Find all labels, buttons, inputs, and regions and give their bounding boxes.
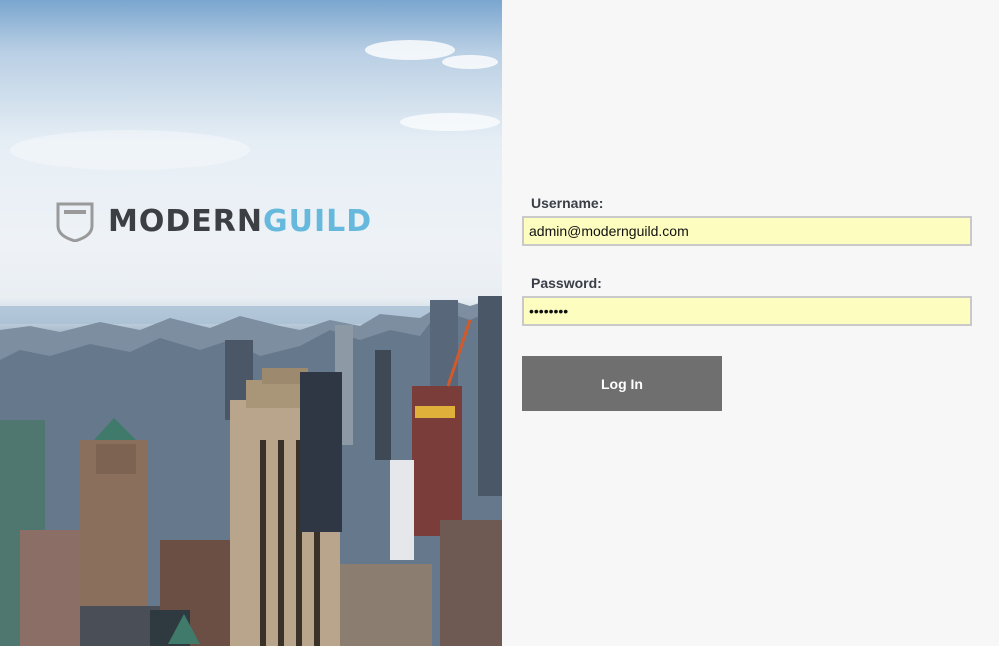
brand-name-part2: GUILD	[262, 204, 373, 239]
password-input[interactable]	[522, 296, 972, 326]
password-label: Password:	[531, 275, 602, 291]
brand-logo: MODERNGUILD	[56, 202, 372, 242]
city-skyline-image: MODERNGUILD	[0, 0, 502, 646]
brand-name-part1: MODERN	[108, 204, 263, 239]
login-button[interactable]: Log In	[522, 356, 722, 411]
brand-name: MODERNGUILD	[108, 207, 372, 237]
username-input[interactable]	[522, 216, 972, 246]
shield-icon	[56, 202, 94, 242]
login-panel: Username: Password: Log In	[502, 0, 999, 646]
username-label: Username:	[531, 195, 604, 211]
